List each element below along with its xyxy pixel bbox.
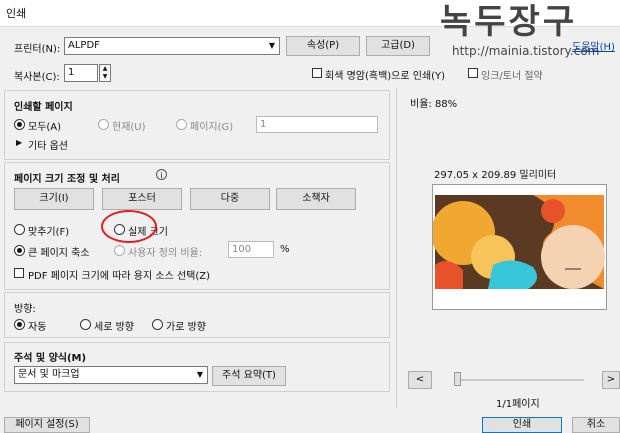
orientation-title: 방향: [14,304,36,315]
printer-label: 프린터(N): [14,44,61,55]
chevron-down-icon: ▼ [196,370,204,379]
fit-radio[interactable] [14,224,25,235]
percent-label: % [280,244,290,255]
page-setup-button[interactable]: 페이지 설정(S) [4,417,90,433]
summarize-comments-button[interactable]: 주석 요약(T) [212,366,286,386]
advanced-button[interactable]: 고급(D) [366,36,430,56]
prev-page-button[interactable]: < [408,371,432,389]
help-link[interactable]: 도움말(H) [572,38,615,53]
page-indicator: 1/1페이지 [496,399,540,410]
printer-value: ALPDF [68,40,100,51]
more-options-link[interactable]: 기타 옵션 [28,137,68,152]
watermark-title: 녹두장구 [440,2,578,42]
highlight-circle [101,210,157,243]
orientation-auto-radio[interactable] [14,319,25,330]
comments-select[interactable]: 문서 및 마크업 ▼ [14,366,208,384]
grayscale-checkbox[interactable] [312,68,322,78]
paper-source-checkbox[interactable] [14,268,24,278]
paper-source-label: PDF 페이지 크기에 따라 용지 소스 선택(Z) [28,271,211,282]
next-page-button[interactable]: > [602,371,620,389]
cancel-button[interactable]: 취소 [572,417,620,433]
page-slider-track[interactable] [456,379,584,381]
tab-multiple[interactable]: 다중 [190,188,270,210]
preview-divider [396,88,397,408]
pages-section-title: 인쇄할 페이지 [14,102,73,113]
pages-current-label: 현재(U) [112,122,146,133]
custom-scale-value: 100 [232,244,252,255]
pages-range-label: 페이지(G) [190,122,234,133]
pages-range-radio[interactable] [176,119,187,130]
orientation-landscape-label: 가로 방향 [166,322,206,333]
custom-scale-radio[interactable] [114,245,125,256]
page-slider-thumb[interactable] [454,372,461,386]
page-preview [431,184,607,310]
printer-select[interactable]: ALPDF ▼ [64,37,280,55]
orientation-landscape-radio[interactable] [152,319,163,330]
tab-size[interactable]: 크기(I) [14,188,94,210]
tab-poster[interactable]: 포스터 [102,188,182,210]
window-title: 인쇄 [6,7,27,20]
comments-value: 문서 및 마크업 [18,369,80,380]
chevron-down-icon: ▼ [268,41,276,50]
orientation-portrait-label: 세로 방향 [94,322,134,333]
tab-booklet[interactable]: 소책자 [276,188,356,210]
preview-image [431,185,606,309]
copies-label: 복사본(C): [14,72,60,83]
save-ink-checkbox[interactable] [468,68,478,78]
pages-all-label: 모두(A) [28,122,62,133]
stepper-down-icon[interactable]: ▼ [100,73,110,81]
preview-scale: 비율: 88% [410,99,458,110]
grayscale-label: 회색 명암(흑백)으로 인쇄(Y) [325,71,446,82]
copies-value: 1 [68,67,75,78]
orientation-auto-label: 자동 [28,322,47,333]
custom-scale-input[interactable]: 100 [228,241,274,258]
properties-button[interactable]: 속성(P) [286,36,360,56]
comments-title: 주석 및 양식(M) [14,353,87,364]
pages-all-radio[interactable] [14,119,25,130]
preview-dimensions: 297.05 x 209.89 밀리미터 [434,170,557,181]
sizing-section-title: 페이지 크기 조정 및 처리 [14,174,120,185]
pages-range-input[interactable]: 1 [256,116,378,133]
info-icon[interactable]: i [156,169,167,180]
copies-stepper[interactable]: ▲ ▼ [99,64,111,82]
print-button[interactable]: 인쇄 [482,417,562,433]
pages-range-value: 1 [260,119,267,130]
shrink-label: 큰 페이지 축소 [28,248,90,259]
save-ink-label: 잉크/토너 절약 [481,71,543,82]
expand-triangle-icon[interactable]: ▶ [16,138,22,147]
orientation-portrait-radio[interactable] [80,319,91,330]
shrink-radio[interactable] [14,245,25,256]
stepper-up-icon[interactable]: ▲ [100,65,110,73]
copies-input[interactable]: 1 [64,64,98,82]
pages-current-radio[interactable] [98,119,109,130]
fit-label: 맞추기(F) [28,227,70,238]
custom-scale-label: 사용자 정의 비율: [128,248,203,259]
